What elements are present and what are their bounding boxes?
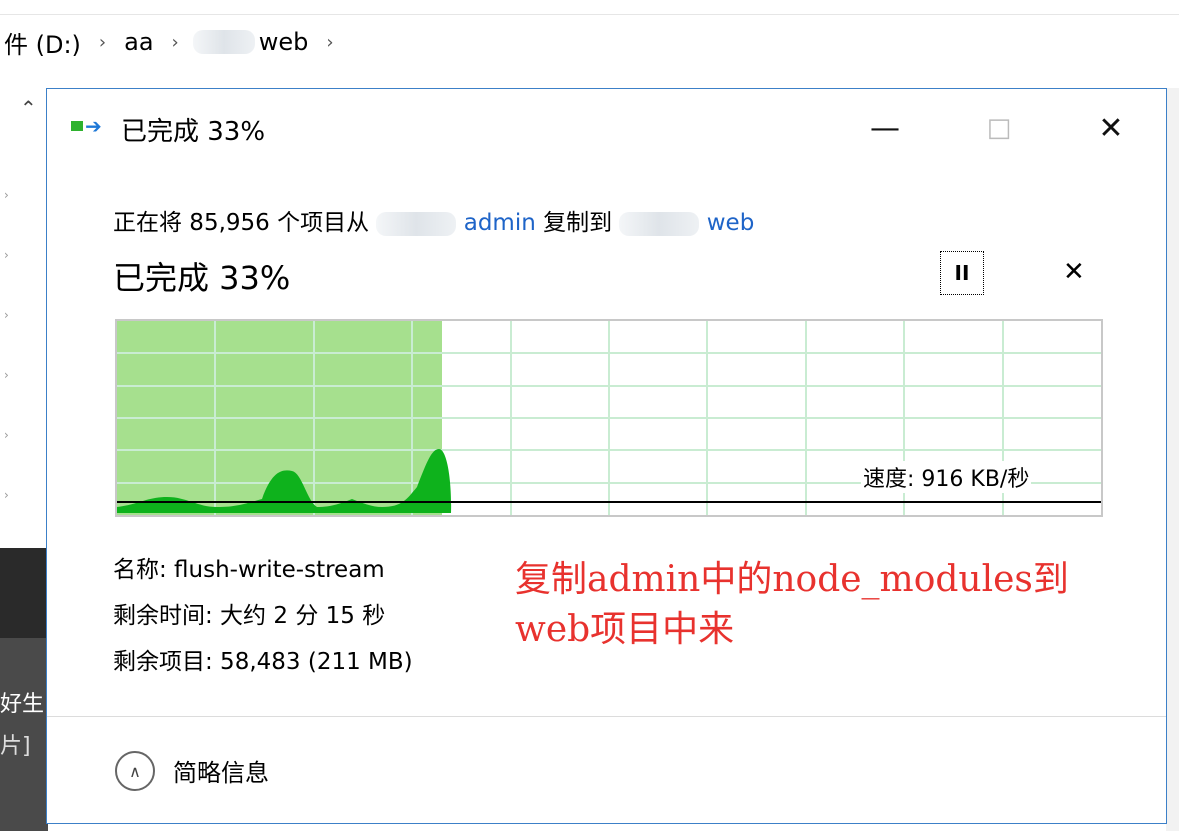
- breadcrumb: 件 (D:) › aa › web ›: [0, 24, 348, 60]
- background-text: 好生: [0, 692, 45, 717]
- explorer-header: 件 (D:) › aa › web ›: [0, 0, 1179, 88]
- copy-progress-dialog: ➔ 已完成 33% — □ ✕ 正在将 85,956 个项目从 admin 复制…: [46, 88, 1167, 824]
- background-text: 片]: [0, 734, 31, 759]
- breadcrumb-folder-web[interactable]: web: [255, 28, 313, 56]
- source-folder-link[interactable]: admin: [464, 210, 536, 236]
- background-content: 好生 片]: [0, 548, 48, 831]
- chevron-right-icon: ›: [326, 31, 334, 53]
- redacted-blur: [376, 211, 457, 236]
- redacted-blur: [192, 30, 255, 54]
- speed-readout: 速度: 916 KB/秒: [861, 461, 1032, 493]
- red-annotation: 复制admin中的node_modules到 web项目中来: [515, 555, 1165, 655]
- annotation-line-2: web项目中来: [515, 609, 735, 650]
- chevron-right-icon: ›: [98, 31, 107, 53]
- toolbar-divider: [0, 14, 1179, 15]
- breadcrumb-drive[interactable]: 件 (D:): [0, 25, 85, 60]
- breadcrumb-folder-aa[interactable]: aa: [120, 28, 157, 56]
- close-button[interactable]: ✕: [1081, 103, 1141, 153]
- minimize-button[interactable]: —: [855, 103, 915, 153]
- chevron-right-icon: ›: [171, 31, 179, 53]
- nav-expand-icon[interactable]: ›: [4, 308, 9, 322]
- progress-heading: 已完成 33%: [113, 259, 291, 297]
- time-remaining: 剩余时间: 大约 2 分 15 秒: [113, 603, 386, 629]
- dialog-title: 已完成 33%: [121, 117, 266, 147]
- nav-expand-icon[interactable]: ›: [4, 188, 9, 202]
- current-file-name: 名称: flush-write-stream: [113, 557, 385, 583]
- nav-expand-icon[interactable]: ›: [4, 368, 9, 382]
- chevron-up-icon[interactable]: ⌃: [20, 96, 37, 120]
- fewer-details-label[interactable]: 简略信息: [173, 753, 269, 788]
- pause-button[interactable]: II: [940, 251, 984, 295]
- copy-middle: 复制到: [543, 210, 613, 236]
- chevron-up-icon[interactable]: ∧: [115, 751, 155, 791]
- copy-prefix: 正在将 85,956 个项目从: [113, 210, 370, 236]
- footer-divider: [47, 716, 1166, 717]
- copy-description: 正在将 85,956 个项目从 admin 复制到 web: [113, 203, 754, 237]
- dialog-titlebar[interactable]: ➔ 已完成 33% — □ ✕: [47, 89, 1166, 167]
- items-remaining: 剩余项目: 58,483 (211 MB): [113, 649, 413, 675]
- nav-expand-icon[interactable]: ›: [4, 428, 9, 442]
- copy-details: 名称: flush-write-stream 剩余时间: 大约 2 分 15 秒…: [113, 547, 413, 685]
- nav-expand-icon[interactable]: ›: [4, 248, 9, 262]
- annotation-line-1: 复制admin中的node_modules到: [515, 559, 1069, 600]
- nav-expand-icon[interactable]: ›: [4, 488, 9, 502]
- stop-button[interactable]: ✕: [1063, 257, 1085, 287]
- destination-folder-link[interactable]: web: [707, 210, 755, 236]
- explorer-right-edge: [1166, 88, 1179, 831]
- maximize-button[interactable]: □: [969, 103, 1029, 153]
- copy-progress-icon: ➔: [71, 115, 107, 136]
- speed-graph: 速度: 916 KB/秒: [115, 319, 1103, 517]
- redacted-blur: [619, 211, 700, 236]
